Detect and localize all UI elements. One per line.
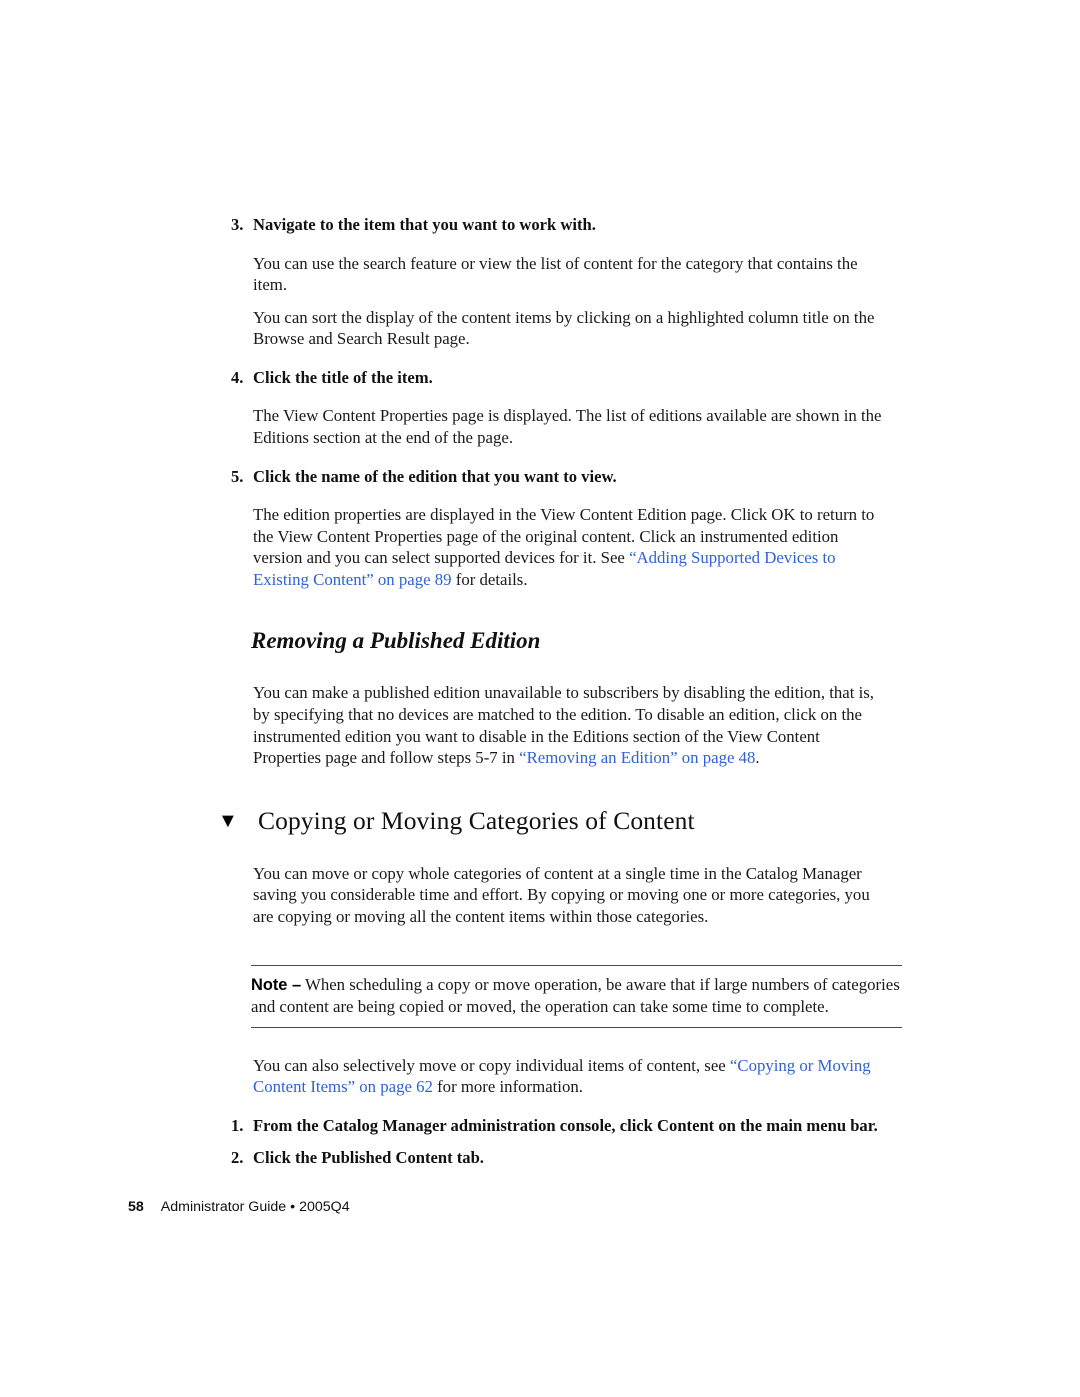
section-heading-row: ▼ Copying or Moving Categories of Conten… [0,806,1080,836]
step-title: Navigate to the item that you want to wo… [253,215,596,234]
after-note-paragraph: You can also selectively move or copy in… [0,1055,1080,1098]
step-paragraph: The View Content Properties page is disp… [253,406,882,447]
note-text: Note – When scheduling a copy or move op… [251,966,902,1027]
paragraph-text: You can also selectively move or copy in… [253,1055,730,1075]
numbered-step: 5. Click the name of the edition that yo… [0,466,1080,488]
section-intro-paragraph: You can move or copy whole categories of… [253,863,870,926]
note-body-text: When scheduling a copy or move operation… [251,974,900,1017]
step-number: 4. [231,367,244,387]
step-number: 2. [231,1148,244,1168]
paragraph-text: . [755,748,760,768]
subsection-heading: Removing a Published Edition [251,628,541,654]
step-number: 3. [231,215,244,234]
footer-edition: 2005Q4 [299,1199,350,1215]
numbered-step: 1. From the Catalog Manager administrati… [0,1115,1080,1137]
step-number: 5. [231,466,244,486]
cross-reference-link[interactable]: “Removing an Edition” on page 48 [519,748,755,767]
paragraph-text: for details. [451,569,528,589]
step-title: Click the title of the item. [253,367,433,387]
step-number: 1. [231,1115,244,1135]
paragraph-text: for more information. [432,1077,583,1097]
note-block: Note – When scheduling a copy or move op… [0,964,1080,1028]
page-footer: 58 Administrator Guide • 2005Q4 [128,1198,350,1216]
step-paragraph: You can use the search feature or view t… [253,253,858,295]
footer-title: Administrator Guide [160,1199,287,1215]
numbered-step: 2. Click the Published Content tab. [0,1147,1080,1169]
step-title: Click the Published Content tab. [253,1148,484,1168]
step-title: Click the name of the edition that you w… [253,466,617,486]
subsection-paragraph: You can make a published edition unavail… [0,682,1080,768]
note-label: Note – [251,975,302,994]
triangle-down-icon: ▼ [218,809,238,832]
page-number: 58 [128,1199,144,1215]
footer-separator: • [290,1199,296,1215]
step-paragraph: The edition properties are displayed in … [0,504,1080,590]
page-content: 3. Navigate to the item that you want to… [0,214,1080,1169]
numbered-step: 3. Navigate to the item that you want to… [0,214,1080,236]
step-paragraph: You can sort the display of the content … [253,307,875,349]
numbered-step: 4. Click the title of the item. [0,367,1080,389]
page-title: Copying or Moving Categories of Content [258,805,695,835]
step-title: From the Catalog Manager administration … [253,1115,878,1135]
document-page: 3. Navigate to the item that you want to… [0,0,1080,1397]
